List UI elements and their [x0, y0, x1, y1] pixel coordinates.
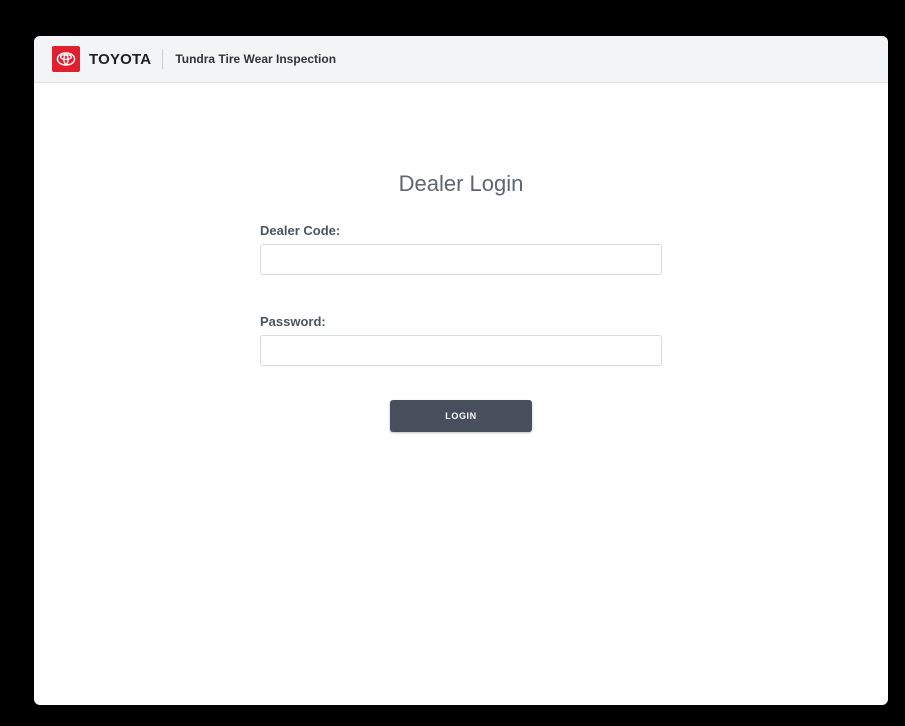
toyota-logo-icon [52, 46, 80, 72]
password-label: Password: [260, 314, 326, 329]
password-input[interactable] [260, 335, 662, 366]
toyota-emblem-icon [56, 52, 76, 66]
page-title: Dealer Login [398, 171, 524, 196]
login-window: TOYOTA Tundra Tire Wear Inspection Deale… [34, 36, 888, 705]
header-divider [162, 49, 164, 69]
dealer-code-input[interactable] [260, 244, 662, 275]
brand-name: TOYOTA [89, 50, 152, 68]
login-button[interactable]: LOGIN [390, 400, 532, 432]
dealer-code-label: Dealer Code: [260, 223, 341, 238]
app-name: Tundra Tire Wear Inspection [175, 52, 337, 66]
app-header: TOYOTA Tundra Tire Wear Inspection [34, 36, 888, 83]
login-form: Dealer Login Dealer Code: Password: LOGI… [34, 83, 888, 705]
